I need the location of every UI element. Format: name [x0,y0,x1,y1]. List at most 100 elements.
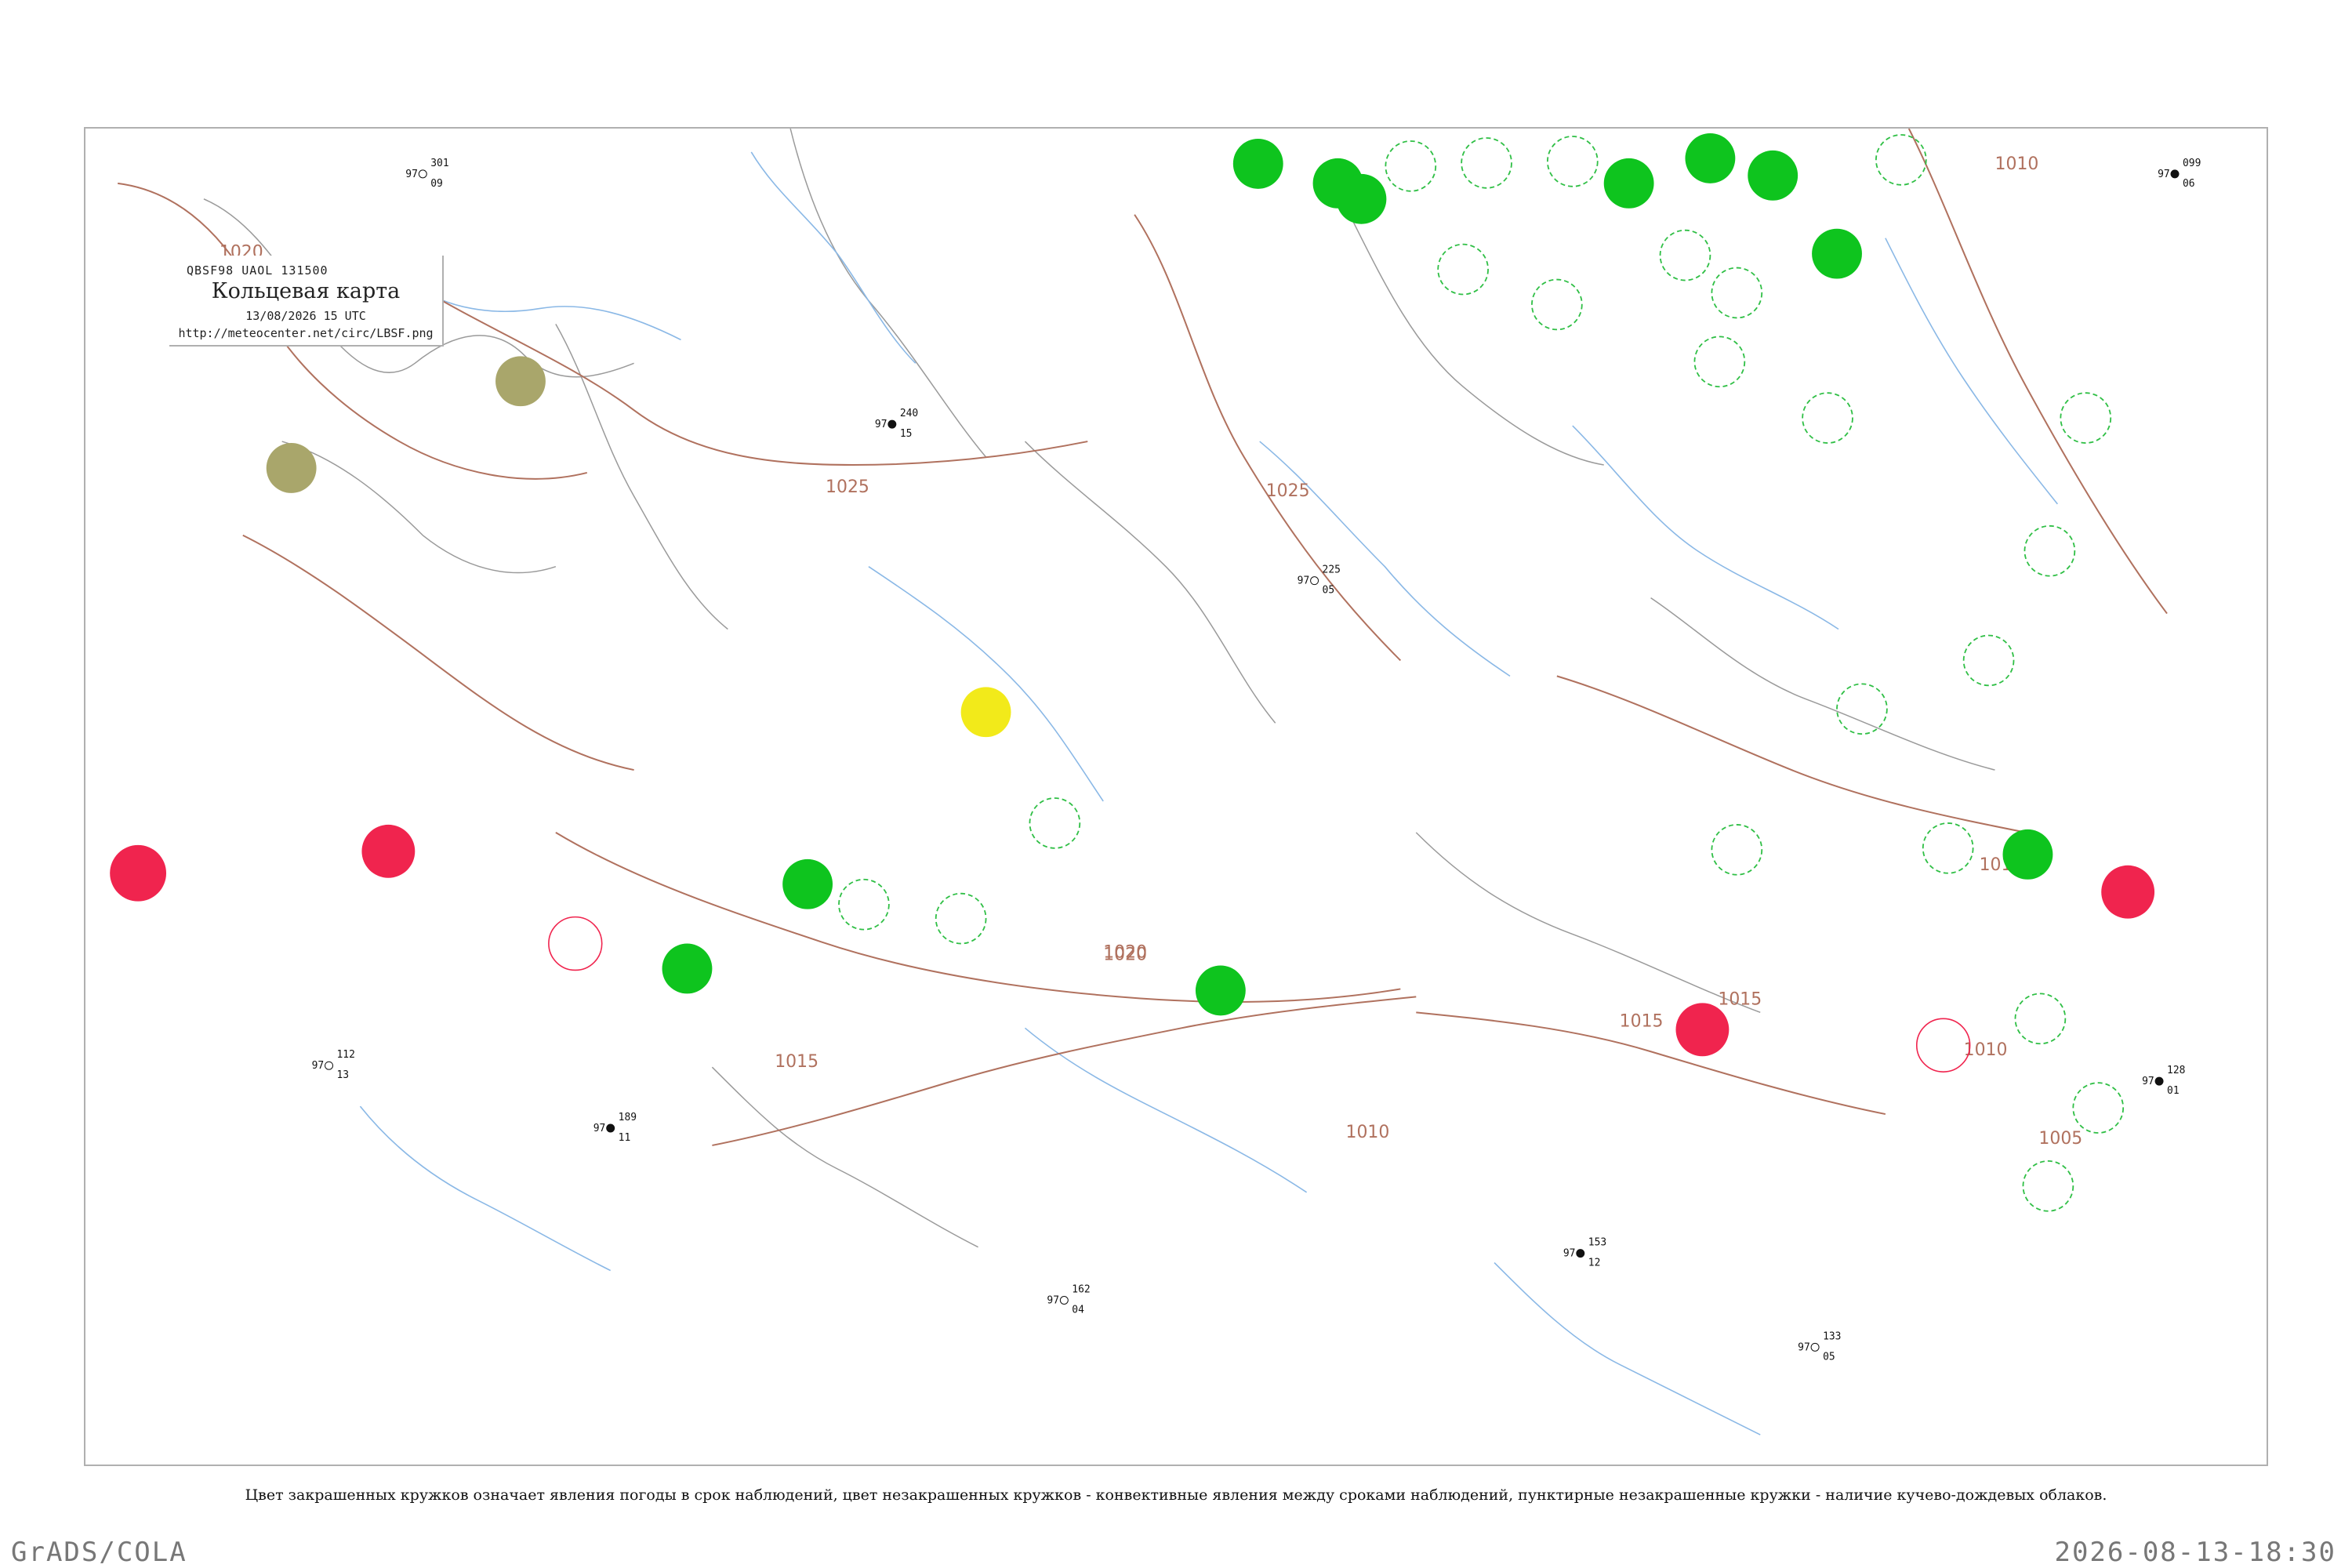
svg-text:12: 12 [1588,1258,1601,1269]
cb-circle [1461,137,1512,189]
rain-circle [1232,138,1283,189]
isobar-label: 1010 [1345,1123,1389,1142]
cb-circle [1875,134,1927,186]
svg-text:240: 240 [900,408,918,419]
svg-text:133: 133 [1823,1330,1841,1342]
legend-caption: Цвет закрашенных кружков означает явлени… [245,1486,2107,1504]
svg-text:05: 05 [1823,1351,1835,1363]
svg-text:112: 112 [337,1049,355,1061]
cb-circle [2014,993,2067,1045]
svg-text:301: 301 [430,158,448,169]
cb-circle [1711,267,1763,319]
rain-circle [1812,228,1862,279]
cb-circle [1659,229,1711,281]
cb-circle [1693,336,1746,388]
cb-circle [1836,683,1888,735]
synoptic-map: 1020 1025 1015 1025 1020 1015 1010 1015 … [84,127,2268,1466]
cb-circle [1962,634,2015,687]
cumulonimbus-circles [838,134,2125,1212]
svg-text:04: 04 [1072,1304,1084,1316]
isobar-label: 1005 [2038,1129,2082,1149]
cb-circle [838,878,890,931]
rivers [359,151,2058,1436]
svg-text:97: 97 [1563,1248,1576,1260]
station: 112 97 13 [312,1049,355,1081]
station: 301 97 09 [405,158,448,190]
cb-circle [2072,1082,2125,1134]
thunder-circle [1675,1003,1730,1057]
svg-text:06: 06 [2183,178,2195,190]
svg-text:09: 09 [430,178,443,190]
rain-circle [1685,132,1736,183]
svg-text:97: 97 [312,1060,325,1072]
thunder-open-circle [548,916,603,971]
rain-circle [1195,965,1246,1016]
cb-circle [2022,1160,2074,1212]
svg-text:97: 97 [1298,575,1310,587]
grads-credit: GrADS/COLA [11,1537,187,1568]
station: 240 97 15 [875,408,918,440]
isobar-label: 1015 [1620,1011,1664,1031]
svg-text:01: 01 [2167,1085,2180,1097]
svg-text:11: 11 [619,1132,631,1144]
svg-text:153: 153 [1588,1237,1606,1249]
isobar-label: 1025 [1266,481,1310,501]
svg-text:97: 97 [2158,169,2170,180]
bulletin-code: QBSF98 UAOL 131500 [187,263,328,278]
cb-circle [1922,822,1974,874]
svg-text:97: 97 [875,419,887,430]
thunder-open-circle [1915,1018,1971,1073]
station: 189 97 11 [593,1112,637,1144]
svg-text:97: 97 [2142,1076,2154,1087]
cb-circle [2024,524,2076,577]
svg-text:128: 128 [2167,1065,2185,1076]
station: 133 97 05 [1798,1330,1841,1363]
rain-circle [782,858,833,909]
svg-text:13: 13 [337,1069,350,1081]
thunder-circle [2101,865,2155,919]
svg-text:099: 099 [2183,158,2201,169]
rain-circle [1603,158,1654,209]
isobar-label: 1015 [1718,989,1762,1009]
map-header: QBSF98 UAOL 131500 Кольцевая карта 13/08… [169,256,444,347]
cb-circle [1029,797,1081,849]
map-datetime: 13/08/2026 15 UTC [245,309,366,323]
svg-text:05: 05 [1323,585,1335,597]
map-title: Кольцевая карта [211,279,401,303]
render-timestamp: 2026-08-13-18:30 [2054,1537,2336,1568]
station: 099 97 06 [2158,158,2201,190]
thunder-circle [110,844,167,902]
rain-circle [1748,150,1798,201]
cb-circle [1802,392,1853,444]
rain-circle [1336,173,1387,224]
rain-circle [2002,829,2053,880]
station-plots: 301 97 09 240 97 15 225 97 05 189 97 11 [312,158,2201,1363]
cb-circle [1385,140,1437,192]
rain-circle [662,943,713,994]
svg-text:97: 97 [593,1123,606,1134]
isobar-label: 1015 [775,1052,818,1072]
thunder-circle [361,824,416,878]
cb-circle [935,892,987,945]
cb-circle [1531,278,1583,331]
haze-circle [495,356,546,407]
svg-text:97: 97 [1047,1294,1059,1306]
cb-circle [1437,243,1489,296]
isobar-label: 1010 [1995,154,2039,174]
svg-text:189: 189 [619,1112,637,1123]
isobar-label: 1025 [826,477,869,497]
fog-circle [960,687,1011,738]
station: 153 97 12 [1563,1237,1606,1269]
svg-text:162: 162 [1072,1284,1090,1296]
map-url: http://meteocenter.net/circ/LBSF.png [178,326,434,340]
svg-text:97: 97 [405,169,418,180]
svg-text:97: 97 [1798,1341,1810,1353]
cb-circle [1711,824,1763,876]
haze-circle [266,443,317,493]
station: 128 97 01 [2142,1065,2185,1097]
cb-circle [2060,392,2112,444]
svg-text:225: 225 [1323,564,1341,576]
station: 162 97 04 [1047,1284,1090,1316]
isobar-label: 1020 [1103,946,1147,965]
cb-circle [1546,136,1599,187]
